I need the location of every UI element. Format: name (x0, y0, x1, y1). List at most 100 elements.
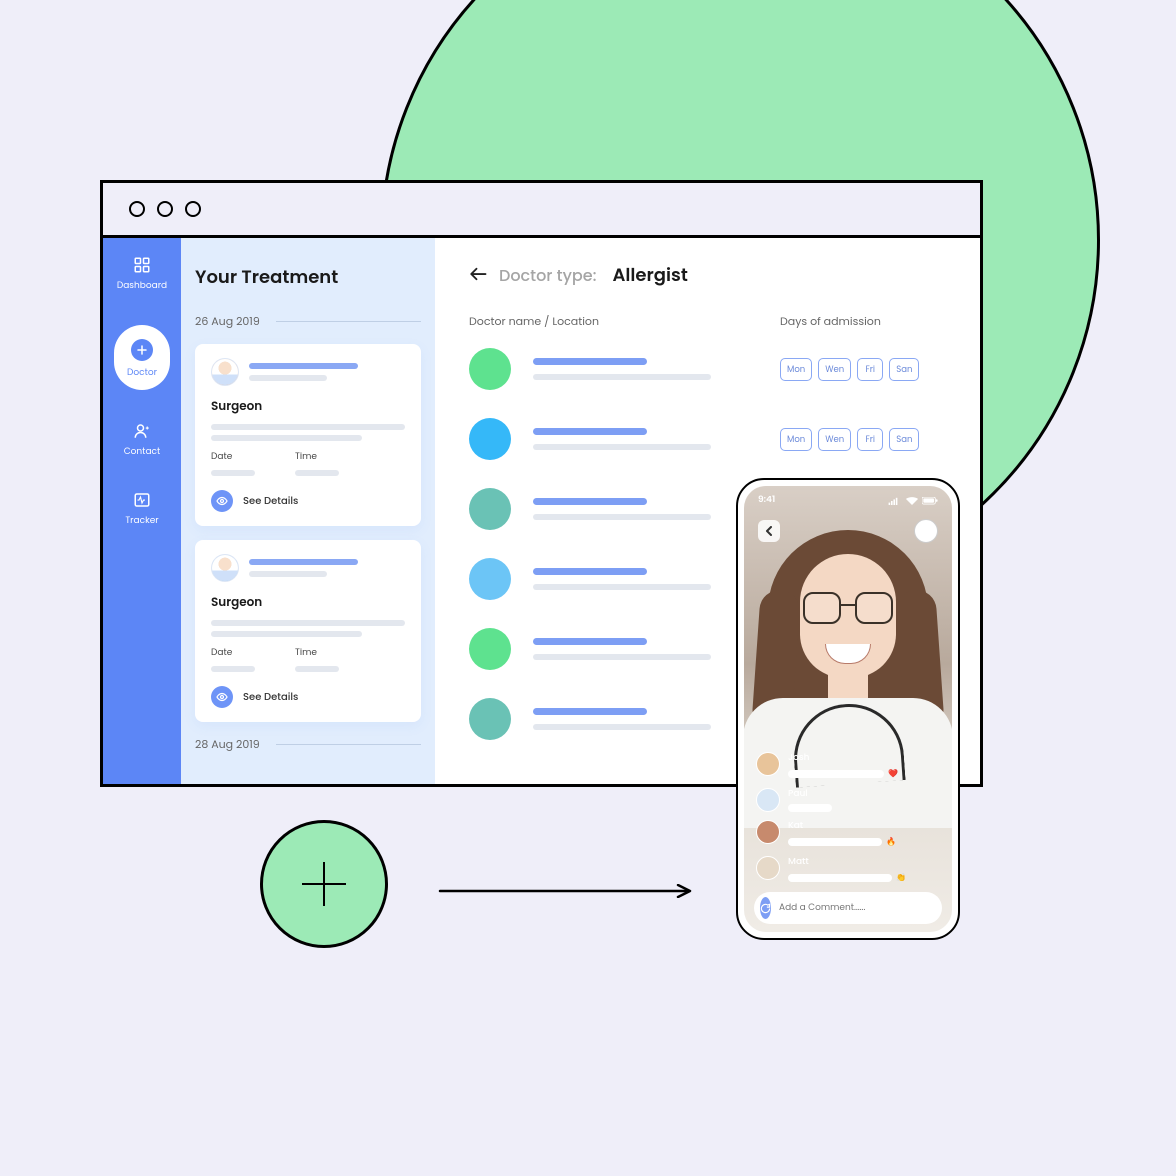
avatar (756, 856, 780, 880)
day-chip[interactable]: Mon (780, 428, 812, 451)
text-placeholder (533, 498, 647, 505)
plus-icon (323, 862, 326, 906)
text-placeholder (533, 428, 647, 435)
text-placeholder (295, 666, 339, 672)
comment-author: Josh (788, 752, 940, 765)
text-placeholder (211, 666, 255, 672)
text-placeholder (533, 708, 647, 715)
avatar (756, 788, 780, 812)
add-button[interactable] (260, 820, 388, 948)
text-placeholder (533, 568, 647, 575)
days-chips: Mon Wen Fri San (780, 428, 950, 451)
arrow-icon (438, 880, 696, 894)
user-icon (133, 422, 151, 440)
text-placeholder-group (533, 358, 780, 380)
text-placeholder (211, 424, 405, 430)
text-placeholder (249, 571, 327, 577)
reaction-emoji: 🔥 (886, 836, 896, 848)
doctor-avatar-circle (469, 698, 511, 740)
time-label: Time (295, 451, 339, 464)
comment-row: Kat 🔥 (756, 820, 940, 848)
day-chip[interactable]: Mon (780, 358, 812, 381)
sidebar-item-doctor[interactable]: Doctor (114, 325, 170, 390)
sidebar-item-dashboard[interactable]: Dashboard (117, 256, 167, 293)
date-label: 28 Aug 2019 (195, 736, 260, 753)
text-placeholder (533, 358, 647, 365)
text-placeholder (249, 363, 358, 369)
treatment-card[interactable]: Surgeon Date Time (195, 540, 421, 722)
doctor-type-label: Doctor type: (499, 263, 597, 288)
day-chip[interactable]: Wen (818, 358, 851, 381)
text-placeholder (533, 638, 647, 645)
window-dot[interactable] (185, 201, 201, 217)
sidebar-item-tracker[interactable]: Tracker (125, 491, 158, 528)
doctor-avatar-circle (469, 418, 511, 460)
phone-mockup: 9:41 Josh❤️PaulKat🔥M (736, 478, 960, 940)
text-placeholder (295, 470, 339, 476)
column-header-name: Doctor name / Location (469, 313, 780, 330)
treatment-card[interactable]: Surgeon Date Time (195, 344, 421, 526)
day-chip[interactable]: Fri (857, 428, 883, 451)
sidebar: Dashboard Doctor Contact Tracker (103, 238, 181, 787)
see-details-label: See Details (243, 493, 298, 509)
day-chip[interactable]: San (889, 428, 919, 451)
doctor-role: Surgeon (211, 398, 405, 416)
browser-titlebar (103, 183, 980, 238)
treatment-title: Your Treatment (195, 264, 421, 291)
comment-row: Josh ❤️ (756, 752, 940, 780)
date-label: Date (211, 647, 255, 660)
day-chip[interactable]: Wen (818, 428, 851, 451)
text-placeholder (788, 838, 882, 846)
text-placeholder (211, 470, 255, 476)
date-label: 26 Aug 2019 (195, 313, 260, 330)
avatar (756, 752, 780, 776)
doctor-row[interactable]: Mon Wen Fri San (469, 418, 950, 460)
battery-icon (922, 497, 938, 505)
window-dot[interactable] (157, 201, 173, 217)
text-placeholder (788, 770, 884, 778)
day-chip[interactable]: San (889, 358, 919, 381)
text-placeholder (533, 374, 711, 380)
see-details-button[interactable]: See Details (211, 490, 405, 512)
text-placeholder-group (533, 428, 780, 450)
sidebar-item-label: Dashboard (117, 280, 167, 293)
text-placeholder (211, 435, 362, 441)
avatar (211, 554, 239, 582)
text-placeholder (249, 559, 358, 565)
text-placeholder (249, 375, 327, 381)
avatar (211, 358, 239, 386)
date-separator: 28 Aug 2019 (195, 736, 421, 753)
comment-input[interactable] (779, 902, 952, 915)
reaction-emoji: ❤️ (888, 768, 898, 780)
eye-icon (211, 686, 233, 708)
comment-author: Kat (788, 820, 940, 833)
doctor-avatar-circle (469, 488, 511, 530)
day-chip[interactable]: Fri (857, 358, 883, 381)
sidebar-item-contact[interactable]: Contact (124, 422, 161, 459)
doctor-type-value: Allergist (613, 262, 688, 289)
plus-circle-icon (131, 339, 153, 361)
comment-author: Paul (788, 788, 940, 801)
comment-author: Matt (788, 856, 940, 869)
treatment-panel: Your Treatment 26 Aug 2019 Surgeon (181, 238, 435, 787)
doctor-role: Surgeon (211, 594, 405, 612)
reaction-emoji: 👏 (896, 872, 906, 884)
text-placeholder (533, 444, 711, 450)
window-dot[interactable] (129, 201, 145, 217)
doctor-avatar-circle (469, 348, 511, 390)
comment-bubble-icon[interactable] (760, 897, 771, 919)
wifi-icon (906, 497, 918, 505)
see-details-button[interactable]: See Details (211, 686, 405, 708)
sidebar-item-label: Tracker (125, 515, 158, 528)
comment-row: Paul (756, 788, 940, 812)
doctor-row[interactable]: Mon Wen Fri San (469, 348, 950, 390)
text-placeholder (533, 654, 711, 660)
text-placeholder (533, 514, 711, 520)
comments-overlay: Josh ❤️ Paul Kat 🔥 Matt 👏 (744, 752, 952, 884)
sidebar-item-label: Doctor (127, 367, 157, 380)
signal-icon (888, 497, 902, 505)
back-arrow-icon[interactable] (469, 262, 487, 289)
date-separator: 26 Aug 2019 (195, 313, 421, 330)
text-placeholder (533, 584, 711, 590)
sidebar-item-label: Contact (124, 446, 161, 459)
